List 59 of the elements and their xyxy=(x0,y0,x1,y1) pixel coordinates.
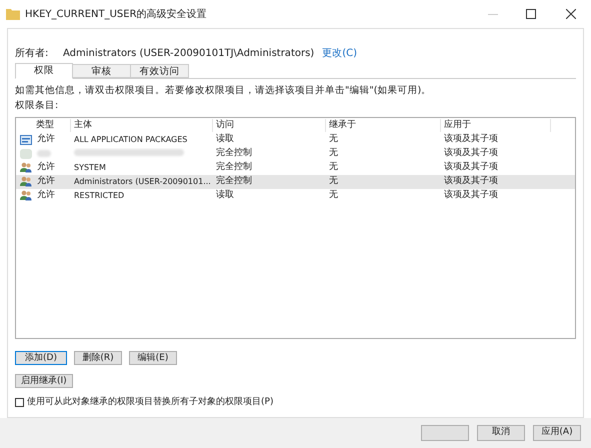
table-cell-text: 允许 xyxy=(37,188,55,202)
permission-row[interactable]: 完全控制 无 该项及其子项 xyxy=(16,146,575,160)
permission-row[interactable]: 允许 ALL APPLICATION PACKAGES 读取 无 该项及其子项 xyxy=(16,132,575,146)
maximize-icon xyxy=(526,9,536,19)
table-cell: 该项及其子项 xyxy=(444,134,498,144)
owner-value: Administrators (USER-20090101TJ\Administrators) xyxy=(63,46,314,60)
table-cell: 完全控制 xyxy=(216,176,252,186)
table-cell: 读取 xyxy=(216,134,234,144)
table-cell: 无 xyxy=(329,148,338,158)
table-cell: 完全控制 xyxy=(216,162,252,172)
table-cell: 无 xyxy=(329,176,338,186)
tab[interactable]: 有效访问 xyxy=(131,64,189,78)
table-cell: 无 xyxy=(329,190,338,200)
column-header[interactable]: 访问 xyxy=(213,118,326,132)
column-header[interactable]: 继承于 xyxy=(326,118,441,132)
users-icon xyxy=(20,190,32,201)
users-icon xyxy=(20,176,32,187)
users-icon xyxy=(20,162,32,173)
table-cell: 该项及其子项 xyxy=(444,176,498,186)
tab[interactable]: 审核 xyxy=(73,64,131,78)
replace-checkbox-label: 使用可从此对象继承的权限项目替换所有子对象的权限项目(P) xyxy=(27,396,274,408)
table-cell: 无 xyxy=(329,162,338,172)
table-cell: 无 xyxy=(329,134,338,144)
dialog-button[interactable]: 取消 xyxy=(477,425,525,441)
permission-row[interactable]: 允许 SYSTEM 完全控制 无 该项及其子项 xyxy=(16,160,575,174)
column-header[interactable]: 主体 xyxy=(71,118,213,132)
blurred-icon xyxy=(20,148,32,158)
table-cell: ALL APPLICATION PACKAGES xyxy=(74,134,188,144)
info-text: 如需其他信息，请双击权限项目。若要修改权限项目，请选择该项目并单击"编辑"(如果可用)。 xyxy=(15,84,432,98)
column-header[interactable]: 应用于 xyxy=(441,118,551,132)
tab[interactable]: 权限 xyxy=(15,63,73,79)
table-cell: 该项及其子项 xyxy=(444,148,498,158)
package-icon xyxy=(20,134,32,144)
folder-icon xyxy=(6,8,20,20)
table-cell: SYSTEM xyxy=(74,162,106,172)
column-header[interactable]: 类型 xyxy=(16,118,71,132)
change-owner-link[interactable]: 更改(C) xyxy=(322,46,357,60)
action-button[interactable]: 添加(D) xyxy=(15,350,67,364)
permission-row[interactable]: 允许 RESTRICTED 读取 无 该项及其子项 xyxy=(16,188,575,202)
table-cell: Administrators (USER-20090101... xyxy=(74,176,211,186)
close-icon xyxy=(566,9,576,19)
table-cell: 该项及其子项 xyxy=(444,190,498,200)
table-cell: 该项及其子项 xyxy=(444,162,498,172)
entries-label: 权限条目: xyxy=(15,99,60,114)
table-cell-text: 允许 xyxy=(37,160,55,174)
table-cell-text: 允许 xyxy=(37,174,55,188)
enable-inheritance-button[interactable]: 启用继承(I) xyxy=(15,374,73,388)
permission-row[interactable]: 允许 Administrators (USER-20090101... 完全控制 无 该项及其子项 xyxy=(16,174,575,188)
blurred-text xyxy=(37,150,51,157)
replace-checkbox[interactable] xyxy=(15,398,24,407)
window-title: HKEY_CURRENT_USER的高级安全设置 xyxy=(25,8,207,22)
dialog-button[interactable]: 应用(A) xyxy=(533,425,581,441)
table-cell: RESTRICTED xyxy=(74,190,124,200)
action-button[interactable]: 删除(R) xyxy=(74,350,122,364)
table-cell-text: 允许 xyxy=(37,132,55,146)
action-button[interactable]: 编辑(E) xyxy=(129,350,177,364)
table-cell: 完全控制 xyxy=(216,148,252,158)
table-cell: 读取 xyxy=(216,190,234,200)
owner-label: 所有者: xyxy=(15,46,50,60)
